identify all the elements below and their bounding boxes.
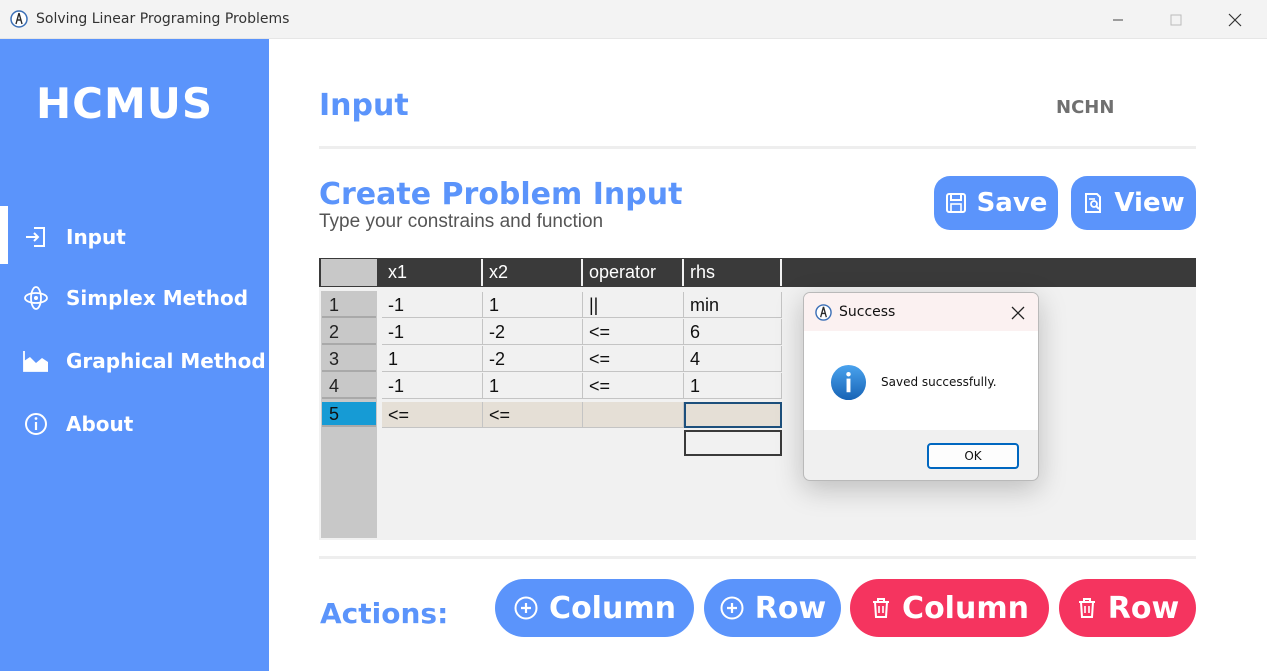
grid-cell[interactable]: <= <box>483 402 583 428</box>
grid-cell[interactable]: 6 <box>684 319 782 345</box>
grid-cell[interactable]: <= <box>382 402 483 428</box>
maximize-button[interactable] <box>1147 0 1205 39</box>
save-button[interactable]: Save <box>934 176 1058 230</box>
grid-cell[interactable]: min <box>684 292 782 318</box>
column-header[interactable]: rhs <box>684 259 782 286</box>
grid-cell[interactable]: <= <box>583 319 684 345</box>
grid-cell[interactable]: -2 <box>483 346 583 372</box>
atom-icon <box>24 286 48 310</box>
close-icon <box>1228 13 1242 26</box>
delete-row-label: Row <box>1107 590 1180 626</box>
grid-cell[interactable]: 1 <box>684 373 782 399</box>
app-window: Solving Linear Programing Problems HCMUS… <box>0 0 1267 671</box>
app-icon <box>10 10 28 28</box>
sidebar-item-graphical-method[interactable]: Graphical Method <box>0 333 269 389</box>
delete-column-label: Column <box>902 590 1029 626</box>
close-button[interactable] <box>1206 0 1264 39</box>
add-row-label: Row <box>754 590 827 626</box>
column-header[interactable]: x2 <box>483 259 583 286</box>
dialog-body: Saved successfully. <box>804 331 1038 430</box>
save-label: Save <box>976 188 1048 218</box>
row-header[interactable]: 2 <box>322 320 376 345</box>
grid-cell[interactable] <box>583 402 684 428</box>
dialog-title-bar: Success <box>804 293 1038 331</box>
grid-cell[interactable]: <= <box>583 346 684 372</box>
sidebar-item-label: Graphical Method <box>66 349 266 373</box>
sidebar-item-about[interactable]: About <box>0 396 269 452</box>
sign-in-icon <box>26 227 45 247</box>
view-label: View <box>1114 188 1185 218</box>
window-title: Solving Linear Programing Problems <box>36 11 290 27</box>
maximize-icon <box>1170 14 1182 25</box>
page-title: Input <box>319 88 409 123</box>
section-subtitle: Type your constrains and function <box>319 211 604 232</box>
title-bar: Solving Linear Programing Problems <box>0 0 1267 39</box>
user-name: NCHN <box>1056 97 1115 118</box>
view-document-icon <box>1085 193 1102 213</box>
brand-logo-text: HCMUS <box>36 79 214 128</box>
sidebar-item-simplex-method[interactable]: Simplex Method <box>0 270 269 326</box>
grid-corner <box>321 259 377 286</box>
ok-button[interactable]: OK <box>927 443 1019 469</box>
minimize-button[interactable] <box>1089 0 1147 39</box>
actions-label: Actions: <box>320 597 449 630</box>
row-header[interactable]: 3 <box>322 347 376 372</box>
grid-cell-active[interactable] <box>684 402 782 428</box>
add-row-button[interactable]: Row <box>704 579 841 637</box>
section-title: Create Problem Input <box>319 177 683 212</box>
column-header[interactable]: x1 <box>382 259 483 286</box>
grid-cell[interactable]: -1 <box>382 319 483 345</box>
constraints-grid[interactable]: x1 x2 operator rhs 1 -1 1 || min 2 -1 -2… <box>319 258 1196 540</box>
column-header[interactable]: operator <box>583 259 684 286</box>
grid-cell[interactable]: || <box>583 292 684 318</box>
close-icon <box>1011 306 1025 320</box>
cell-editor[interactable] <box>684 430 782 456</box>
minimize-icon <box>1113 19 1123 20</box>
row-header[interactable]: 1 <box>322 293 376 318</box>
sidebar-item-label: Simplex Method <box>66 286 249 310</box>
grid-cell[interactable]: 1 <box>483 373 583 399</box>
row-header[interactable]: 4 <box>322 374 376 399</box>
app-icon <box>815 304 832 321</box>
divider <box>319 146 1196 149</box>
grid-cell[interactable]: 1 <box>483 292 583 318</box>
view-button[interactable]: View <box>1071 176 1196 230</box>
success-dialog: Success Saved successfully. OK <box>803 292 1039 481</box>
info-circle-icon <box>25 413 47 435</box>
plus-circle-icon <box>514 596 538 620</box>
grid-cell[interactable]: -1 <box>382 373 483 399</box>
sidebar-item-label: Input <box>66 225 126 249</box>
grid-cell[interactable]: -1 <box>382 292 483 318</box>
grid-cell[interactable]: -2 <box>483 319 583 345</box>
sidebar-item-input[interactable]: Input <box>0 209 269 265</box>
save-icon <box>945 193 966 213</box>
dialog-close-button[interactable] <box>1006 301 1030 325</box>
divider <box>319 556 1196 559</box>
plus-circle-icon <box>720 596 744 620</box>
area-chart-icon <box>23 351 48 372</box>
grid-cell[interactable]: 4 <box>684 346 782 372</box>
sidebar: HCMUS Input Simplex Method Graphical Met… <box>0 39 269 671</box>
info-icon <box>830 364 867 401</box>
sidebar-item-label: About <box>66 412 134 436</box>
grid-cell[interactable]: <= <box>583 373 684 399</box>
trash-icon <box>1078 598 1095 618</box>
delete-column-button[interactable]: Column <box>850 579 1049 637</box>
add-column-label: Column <box>549 590 676 626</box>
add-column-button[interactable]: Column <box>495 579 694 637</box>
row-header-selected[interactable]: 5 <box>322 402 376 427</box>
delete-row-button[interactable]: Row <box>1059 579 1196 637</box>
grid-cell[interactable]: 1 <box>382 346 483 372</box>
dialog-title: Success <box>839 304 896 320</box>
dialog-message: Saved successfully. <box>881 375 997 389</box>
trash-icon <box>873 598 890 618</box>
